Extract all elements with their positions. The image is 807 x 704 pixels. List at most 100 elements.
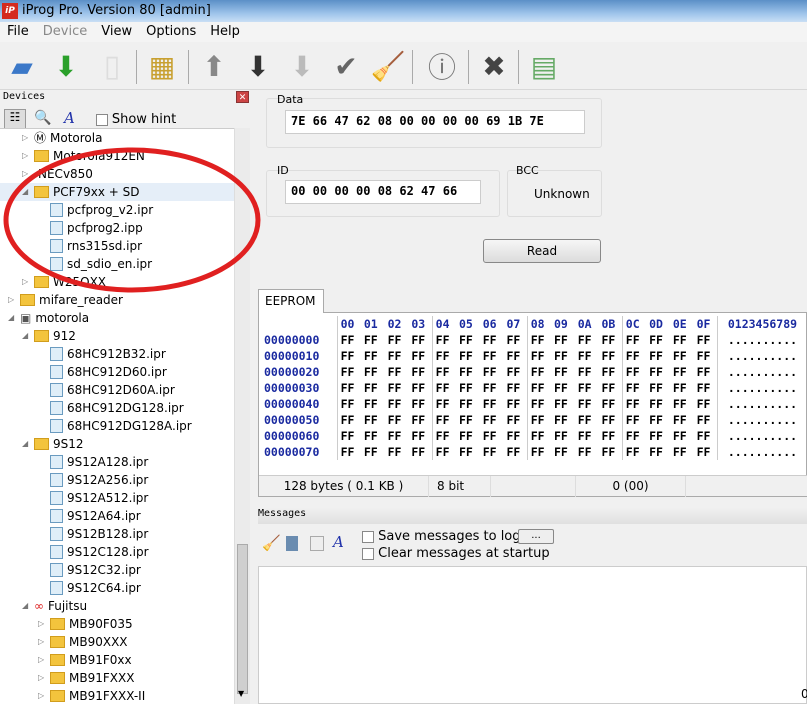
hex-byte[interactable]: FF [526,364,551,380]
hex-byte[interactable]: FF [336,364,361,380]
hex-byte[interactable]: FF [599,412,623,428]
save-download-icon[interactable]: ⬇ [48,48,84,84]
hex-byte[interactable]: FF [694,444,718,460]
hex-byte[interactable]: FF [503,444,527,460]
hex-byte[interactable]: FF [575,332,599,348]
close-panel-icon[interactable]: ✕ [236,91,249,103]
hex-byte[interactable]: FF [670,412,694,428]
hex-byte[interactable]: FF [456,364,480,380]
hex-byte[interactable]: FF [526,380,551,396]
hex-byte[interactable]: FF [599,380,623,396]
hex-byte[interactable]: FF [621,364,647,380]
menu-file[interactable]: File [0,22,36,42]
hex-byte[interactable]: FF [551,380,575,396]
hex-byte[interactable]: FF [599,396,623,412]
clear-startup-checkbox[interactable]: Clear messages at startup [362,546,550,561]
hex-byte[interactable]: FF [385,364,409,380]
hex-byte[interactable]: FF [385,380,409,396]
collapse-arrow-icon[interactable]: ◢ [22,327,30,345]
open-folder-icon[interactable]: ▰ [4,48,40,84]
hex-byte[interactable]: FF [408,428,432,444]
hex-byte[interactable]: FF [431,412,456,428]
hex-byte[interactable]: FF [621,380,647,396]
hex-byte[interactable]: FF [621,332,647,348]
hex-byte[interactable]: FF [670,380,694,396]
hex-byte[interactable]: FF [456,348,480,364]
hex-byte[interactable]: FF [480,444,504,460]
tree-item[interactable]: 9S12B128.ipr [38,525,148,543]
hex-byte[interactable]: FF [480,332,504,348]
hex-byte[interactable]: FF [694,380,718,396]
save-log-icon[interactable] [286,536,298,551]
hex-byte[interactable]: FF [431,428,456,444]
menu-view[interactable]: View [94,22,139,42]
chip-icon[interactable]: ▦ [144,48,180,84]
hex-byte[interactable]: FF [599,428,623,444]
tree-item[interactable]: ◢ 9S12 [22,435,84,453]
tree-item[interactable]: 9S12C32.ipr [38,561,141,579]
browse-button[interactable]: ... [518,529,554,544]
hex-byte[interactable]: FF [336,396,361,412]
hex-byte[interactable]: FF [694,348,718,364]
hex-byte[interactable]: FF [385,348,409,364]
hex-byte[interactable]: FF [575,444,599,460]
tree-item[interactable]: ▷ MB90XXX [38,633,128,651]
show-hint-checkbox[interactable]: Show hint [96,112,176,127]
search-icon[interactable]: 🔍 [34,110,51,126]
new-file-icon[interactable]: ▯ [94,48,130,84]
close-x-icon[interactable]: ✖ [476,48,512,84]
tree-item[interactable]: ▷ MB91FXXX [38,669,134,687]
check-icon[interactable]: ✔ [328,48,364,84]
info-icon[interactable]: ⓘ [424,48,460,84]
arrow-up-icon[interactable]: ⬆ [196,48,232,84]
hex-byte[interactable]: FF [599,364,623,380]
data-field[interactable]: 7E 66 47 62 08 00 00 00 00 69 1B 7E [285,110,585,134]
hex-byte[interactable]: FF [526,396,551,412]
hex-byte[interactable]: FF [646,348,670,364]
hex-byte[interactable]: FF [385,444,409,460]
hex-byte[interactable]: FF [646,444,670,460]
hex-byte[interactable]: FF [408,364,432,380]
save-log-checkbox[interactable]: Save messages to log fi [362,529,533,544]
hex-byte[interactable]: FF [480,364,504,380]
hex-byte[interactable]: FF [575,428,599,444]
hex-byte[interactable]: FF [621,412,647,428]
hex-byte[interactable]: FF [503,348,527,364]
tree-item[interactable]: ▷ MB91F0xx [38,651,132,669]
hex-byte[interactable]: FF [526,412,551,428]
tree-item[interactable]: 9S12A64.ipr [38,507,141,525]
hex-byte[interactable]: FF [526,444,551,460]
hex-byte[interactable]: FF [670,332,694,348]
hex-byte[interactable]: FF [336,380,361,396]
hex-byte[interactable]: FF [575,364,599,380]
hex-byte[interactable]: FF [575,396,599,412]
expand-arrow-icon[interactable]: ▷ [38,615,46,633]
collapse-arrow-icon[interactable]: ◢ [22,435,30,453]
hex-byte[interactable]: FF [431,348,456,364]
hex-byte[interactable]: FF [670,428,694,444]
hex-byte[interactable]: FF [551,396,575,412]
font-icon[interactable]: A [64,109,75,127]
hex-byte[interactable]: FF [551,412,575,428]
hex-byte[interactable]: FF [599,444,623,460]
expand-arrow-icon[interactable]: ▷ [38,669,46,687]
hex-byte[interactable]: FF [431,444,456,460]
hex-byte[interactable]: FF [646,380,670,396]
expand-arrow-icon[interactable]: ▷ [38,651,46,669]
menu-device[interactable]: Device [36,22,94,42]
hex-byte[interactable]: FF [456,332,480,348]
hex-byte[interactable]: FF [551,332,575,348]
hex-byte[interactable]: FF [694,412,718,428]
tree-item[interactable]: ◢ ▣ motorola [8,309,89,327]
hex-byte[interactable]: FF [431,332,456,348]
hex-byte[interactable]: FF [599,332,623,348]
hex-byte[interactable]: FF [431,396,456,412]
scroll-down-icon[interactable]: ▼ [238,689,244,698]
hex-byte[interactable]: FF [503,364,527,380]
hex-byte[interactable]: FF [621,428,647,444]
hex-byte[interactable]: FF [480,428,504,444]
hex-byte[interactable]: FF [480,396,504,412]
hex-byte[interactable]: FF [336,412,361,428]
hex-byte[interactable]: FF [361,332,385,348]
hex-byte[interactable]: FF [336,444,361,460]
